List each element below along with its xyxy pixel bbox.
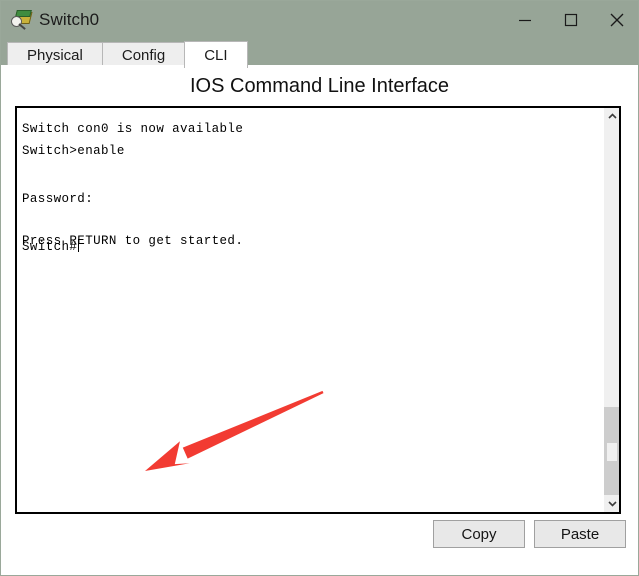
text-cursor	[78, 239, 80, 252]
window-controls	[502, 1, 638, 38]
scrollbar-thumb[interactable]	[604, 407, 619, 497]
window-title: Switch0	[39, 10, 100, 29]
tab-strip: Physical Config CLI	[1, 38, 638, 68]
page-title: IOS Command Line Interface	[189, 75, 449, 97]
terminal-prompt-block: Switch>enable Password: Switch#	[22, 111, 601, 508]
device-config-window: Switch0 Physical Config CLI IOS Command …	[0, 0, 639, 576]
cli-panel: IOS Command Line Interface Switch con0 i…	[1, 65, 638, 575]
chevron-up-icon[interactable]	[604, 108, 619, 125]
switch-device-icon	[10, 9, 33, 31]
terminal-line-enable: Switch>enable	[22, 144, 125, 158]
minimize-icon[interactable]	[502, 1, 548, 38]
cli-terminal[interactable]: Switch con0 is now available Press RETUR…	[15, 106, 621, 514]
close-icon[interactable]	[594, 1, 638, 38]
title-bar[interactable]: Switch0	[1, 1, 638, 38]
chevron-down-icon[interactable]	[604, 495, 619, 512]
maximize-icon[interactable]	[548, 1, 594, 38]
prompt-text: Switch#	[22, 240, 78, 254]
terminal-line-privileged: Switch#	[22, 239, 601, 255]
terminal-line-password: Password:	[22, 192, 94, 206]
scrollbar-track[interactable]	[604, 125, 619, 497]
terminal-scrollbar[interactable]	[603, 108, 619, 512]
action-button-row: Copy Paste	[1, 520, 638, 560]
copy-button[interactable]: Copy	[433, 520, 525, 548]
tab-cli[interactable]: CLI	[184, 41, 248, 68]
paste-button[interactable]: Paste	[534, 520, 626, 548]
